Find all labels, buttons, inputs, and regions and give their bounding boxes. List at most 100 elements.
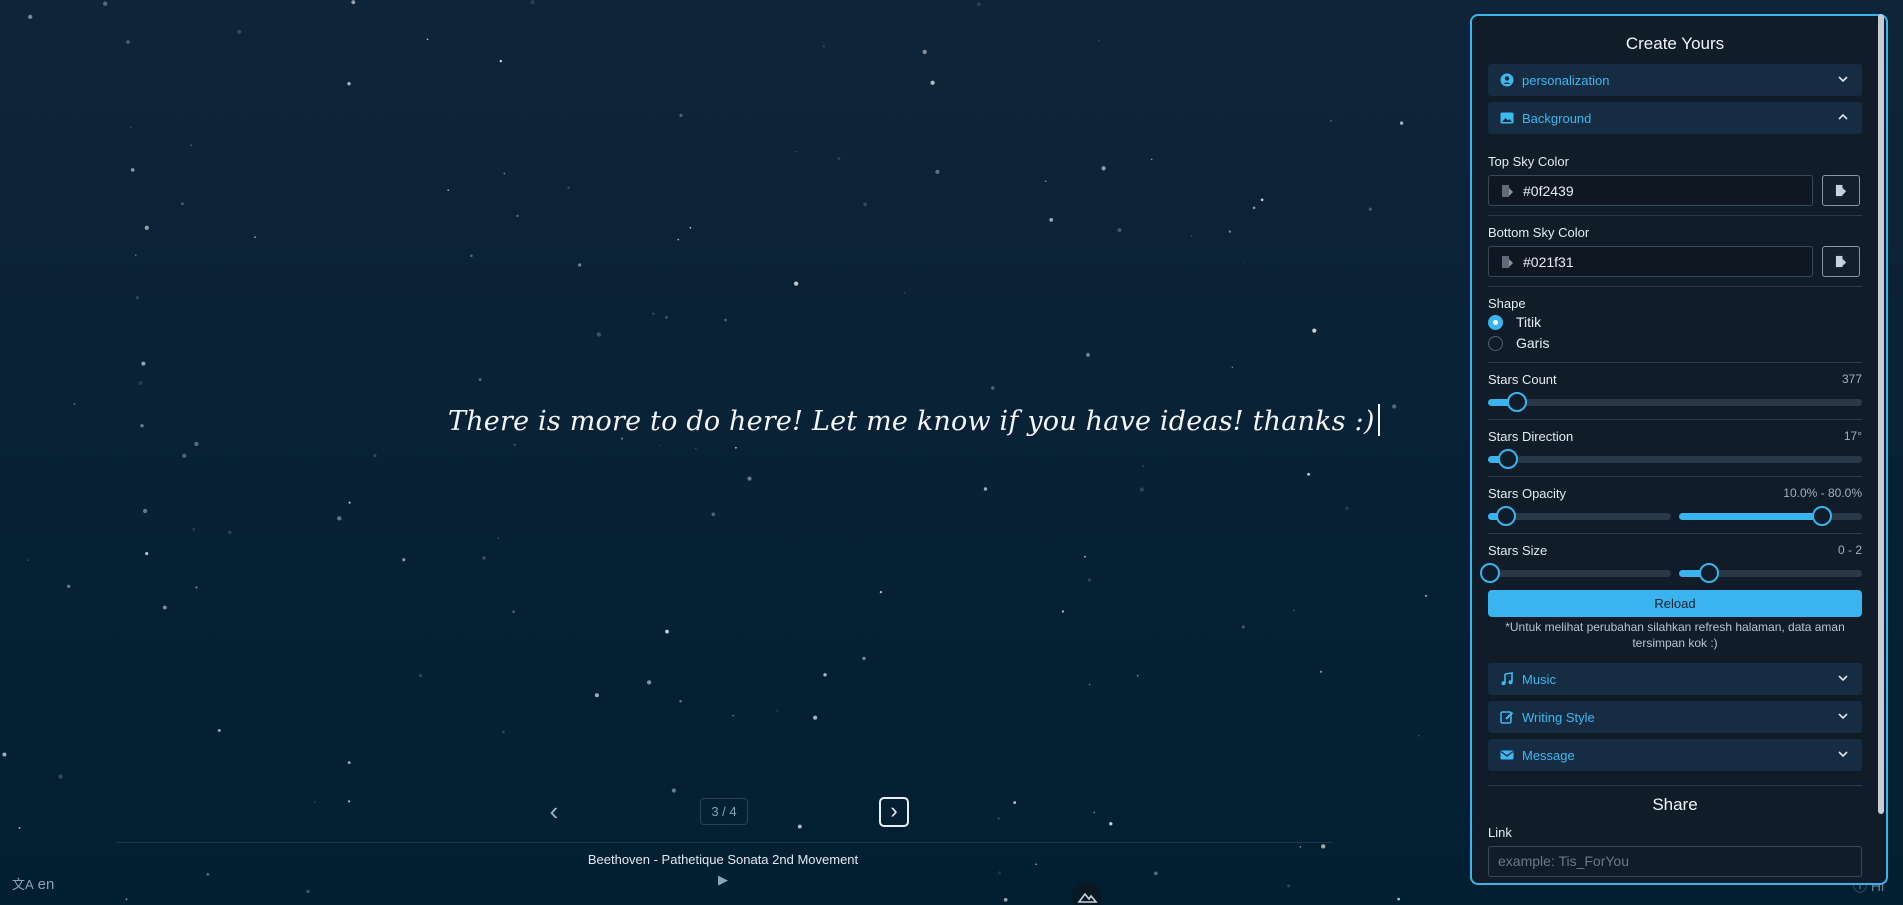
star xyxy=(578,263,582,267)
next-page-button[interactable]: › xyxy=(879,797,909,827)
star xyxy=(935,169,940,175)
star xyxy=(142,508,148,514)
star xyxy=(1109,822,1113,826)
star xyxy=(499,59,503,63)
star xyxy=(1086,353,1090,357)
star xyxy=(922,49,927,55)
slider-thumb[interactable] xyxy=(1480,563,1500,583)
chevron-down-icon xyxy=(1838,675,1848,682)
stars-opacity-min-slider[interactable] xyxy=(1488,506,1671,526)
link-label: Link xyxy=(1488,825,1512,840)
envelope-icon xyxy=(1500,750,1514,760)
panel-scrollbar[interactable] xyxy=(1878,14,1884,814)
star xyxy=(679,699,682,703)
star xyxy=(665,629,669,634)
star xyxy=(1321,844,1326,849)
star xyxy=(347,800,351,803)
stars-direction-value: 17° xyxy=(1843,429,1862,443)
stars-direction-slider[interactable] xyxy=(1488,449,1862,469)
music-note-icon xyxy=(1501,672,1513,686)
star xyxy=(724,318,727,322)
star xyxy=(337,516,342,521)
star xyxy=(997,817,1000,820)
play-icon[interactable]: ▶ xyxy=(715,872,731,888)
stars-direction-label: Stars Direction xyxy=(1488,429,1574,444)
reload-button[interactable]: Reload xyxy=(1488,590,1862,617)
star xyxy=(130,126,132,128)
stars-opacity-max-slider[interactable] xyxy=(1679,506,1862,526)
star xyxy=(1417,734,1420,737)
star xyxy=(28,14,33,20)
star xyxy=(797,824,802,829)
star xyxy=(1139,487,1145,492)
divider xyxy=(1488,215,1862,216)
star xyxy=(482,556,486,560)
star xyxy=(1425,594,1428,597)
star xyxy=(1368,207,1372,211)
share-button[interactable] xyxy=(1488,884,1862,885)
section-personalization[interactable]: personalization xyxy=(1488,64,1862,96)
slider-thumb[interactable] xyxy=(1699,563,1719,583)
star xyxy=(138,380,143,386)
stars-size-min-slider[interactable] xyxy=(1480,563,1671,583)
shape-option-garis[interactable]: Garis xyxy=(1488,333,1862,353)
star xyxy=(976,2,981,7)
section-music[interactable]: Music xyxy=(1488,663,1862,695)
previous-page-button[interactable]: ‹ xyxy=(544,798,564,824)
star xyxy=(103,1,108,6)
bottom-sky-picker-button[interactable] xyxy=(1822,246,1860,277)
star xyxy=(879,590,883,594)
star xyxy=(182,453,187,458)
star xyxy=(140,424,144,428)
section-writing-style[interactable]: Writing Style xyxy=(1488,701,1862,733)
language-switch[interactable]: 文A en xyxy=(12,874,54,893)
star xyxy=(646,680,652,685)
star xyxy=(512,610,515,613)
star xyxy=(194,441,199,447)
stars-count-slider[interactable] xyxy=(1488,392,1862,412)
typed-message: There is more to do here! Let me know if… xyxy=(448,404,1380,437)
top-sky-color-input[interactable]: #0f2439 xyxy=(1488,175,1813,206)
image-icon xyxy=(1500,112,1514,124)
star xyxy=(351,0,356,5)
link-input[interactable]: example: Tis_ForYou xyxy=(1488,846,1862,877)
star xyxy=(254,236,256,238)
star xyxy=(502,730,505,734)
star xyxy=(679,113,683,117)
user-circle-icon xyxy=(1500,73,1514,87)
slider-thumb[interactable] xyxy=(1498,449,1518,469)
star xyxy=(983,487,988,491)
star xyxy=(794,151,797,153)
music-progress-line xyxy=(116,842,1333,843)
page-indicator: 3 / 4 xyxy=(700,798,748,825)
color-palette-icon xyxy=(1502,184,1513,197)
chevron-up-icon xyxy=(1838,113,1848,120)
section-message[interactable]: Message xyxy=(1488,739,1862,771)
radio-selected[interactable] xyxy=(1488,314,1503,330)
slider-thumb[interactable] xyxy=(1507,392,1527,412)
star xyxy=(1087,578,1092,582)
radio-unselected[interactable] xyxy=(1488,335,1503,351)
bottom-sky-color-input[interactable]: #021f31 xyxy=(1488,246,1813,277)
shape-option-titik[interactable]: Titik xyxy=(1488,312,1862,332)
star xyxy=(930,80,935,85)
slider-thumb[interactable] xyxy=(1812,506,1832,526)
star xyxy=(862,656,866,661)
star xyxy=(1330,119,1333,122)
refresh-note: *Untuk melihat perubahan silahkan refres… xyxy=(1505,620,1845,650)
top-sky-picker-button[interactable] xyxy=(1822,175,1860,206)
star xyxy=(1088,683,1091,686)
divider xyxy=(1488,419,1862,420)
star xyxy=(141,361,146,366)
stars-size-max-slider[interactable] xyxy=(1679,563,1862,583)
star xyxy=(1397,897,1400,901)
star xyxy=(513,443,516,446)
star xyxy=(677,238,680,241)
panel-title: Create Yours xyxy=(1625,34,1725,53)
section-background[interactable]: Background xyxy=(1488,102,1862,134)
star xyxy=(665,315,668,319)
slider-thumb[interactable] xyxy=(1496,506,1516,526)
star xyxy=(1098,39,1100,42)
star xyxy=(347,761,351,764)
star xyxy=(1003,897,1008,902)
